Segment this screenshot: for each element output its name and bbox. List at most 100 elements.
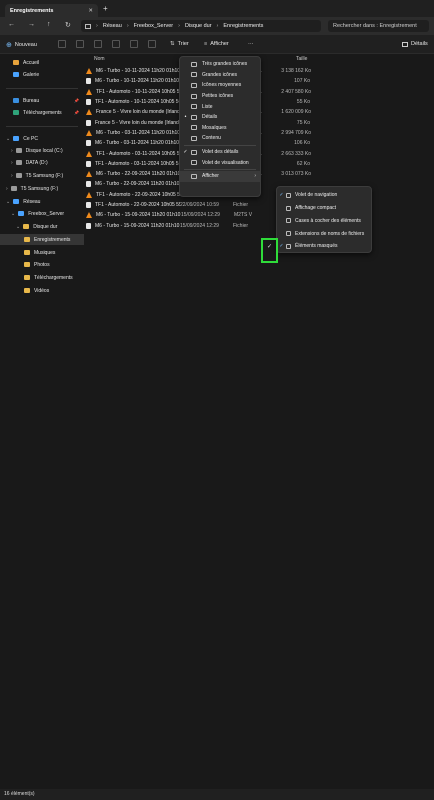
sidebar-item-label: Bureau: [23, 97, 40, 104]
file-size: 2 994 709 Ko: [281, 129, 311, 136]
sidebar-item-musiques[interactable]: Musiques: [0, 247, 84, 258]
sidebar-item-label: Disque dur: [33, 223, 58, 230]
view-menu-item[interactable]: Mosaïques: [180, 123, 260, 134]
menu-item-label: Mosaïques: [202, 124, 227, 131]
new-label: Nouveau: [14, 42, 37, 48]
sidebar-item-reseau[interactable]: ⌄ Réseau: [0, 196, 84, 207]
sidebar-item-photos[interactable]: Photos: [0, 259, 84, 270]
copy-icon[interactable]: [76, 40, 84, 48]
details-pane-icon: [191, 149, 197, 155]
sidebar-item-disque-dur[interactable]: ⌄ Disque dur: [0, 221, 84, 232]
sidebar-item-t5-samsung[interactable]: › T5 Samsung (F:): [0, 183, 84, 194]
medium-icons-icon: [191, 82, 197, 88]
sidebar-item-label: Musiques: [34, 249, 56, 256]
folder-icon: [24, 262, 30, 267]
rename-icon[interactable]: [112, 40, 120, 48]
chevron-right-icon: ›: [11, 159, 13, 166]
list-icon: [191, 104, 197, 110]
pin-icon: 📌: [74, 110, 79, 115]
breadcrumb[interactable]: › Réseau › Freebox_Server › Disque dur ›…: [81, 20, 321, 32]
menu-item-label: Liste: [202, 103, 213, 110]
new-tab-button[interactable]: +: [103, 4, 108, 13]
show-submenu-item[interactable]: Cases à cocher des éléments: [277, 215, 371, 228]
breadcrumb-disk[interactable]: Disque dur: [185, 23, 212, 29]
download-icon: [13, 110, 19, 115]
menu-item-label: Extensions de noms de fichiers: [295, 230, 365, 237]
breadcrumb-reseau[interactable]: Réseau: [103, 23, 122, 29]
chevron-right-icon: ›: [126, 23, 129, 29]
file-type: M2TS V: [234, 212, 253, 219]
menu-check-icon: ✓: [183, 149, 188, 156]
view-menu-item[interactable]: Icônes moyennes: [180, 80, 260, 91]
menu-item-label: Volet des détails: [202, 149, 239, 156]
chevron-down-icon: ⌄: [6, 135, 11, 142]
up-arrow-icon[interactable]: ↑: [47, 21, 51, 28]
view-menu-item[interactable]: Grandes icônes: [180, 70, 260, 81]
column-header-size[interactable]: Taille: [296, 56, 307, 62]
sidebar-item-ce-pc[interactable]: ⌄ Ce PC: [0, 133, 84, 144]
sort-icon: ⇅: [170, 41, 175, 47]
drive-icon: [10, 186, 17, 191]
tab-enregistrements[interactable]: Enregistrements ✕: [5, 4, 98, 17]
show-submenu-item[interactable]: Extensions de noms de fichiers: [277, 227, 371, 240]
search-input[interactable]: Rechercher dans : Enregistrement: [328, 20, 429, 32]
show-submenu-item[interactable]: Affichage compact: [277, 202, 371, 215]
view-menu-item[interactable]: Liste: [180, 101, 260, 112]
pin-icon: 📌: [74, 98, 79, 103]
close-tab-icon[interactable]: ✕: [88, 8, 93, 14]
show-submenu-item[interactable]: ✓ Volet de navigation: [277, 189, 371, 202]
sidebar-item-telechargements-folder[interactable]: Téléchargements: [0, 272, 84, 283]
network-icon: [13, 199, 20, 204]
content-icon: [191, 135, 197, 141]
sidebar-item-drive-c[interactable]: › Disque local (C:): [0, 145, 84, 156]
sidebar-item-freebox-server[interactable]: ⌄ Freebox_Server: [0, 208, 84, 219]
extra-large-icons-icon: [191, 61, 197, 67]
tab-title: Enregistrements: [10, 7, 54, 14]
sidebar-item-drive-f[interactable]: › T5 Samsung (F:): [0, 170, 84, 181]
view-menu-item[interactable]: Petites icônes: [180, 91, 260, 102]
details-button[interactable]: Détails: [402, 41, 428, 47]
view-menu-item[interactable]: ✓ Volet des détails: [180, 147, 260, 158]
sidebar-item-accueil[interactable]: Accueil: [0, 57, 84, 68]
sidebar-item-galerie[interactable]: Galerie: [0, 69, 84, 80]
menu-check-icon: ✓: [279, 192, 284, 199]
menu-item-label: Contenu: [202, 135, 221, 142]
folder-icon: [24, 250, 30, 255]
new-button[interactable]: ⊕ Nouveau: [6, 41, 37, 49]
chevron-down-icon: ⌄: [16, 223, 21, 230]
item-count: 16 élément(s): [4, 791, 35, 797]
breadcrumb-current[interactable]: Enregistrements: [223, 23, 263, 29]
file-size: 62 Ko: [296, 160, 310, 167]
file-name: M6 - Turbo - 15-09-2024 11h20 01h10 (...…: [95, 222, 180, 229]
show-submenu-item[interactable]: ✓ Éléments masqués: [277, 240, 371, 253]
refresh-icon[interactable]: ↻: [65, 21, 71, 29]
file-name: M6 - Turbo - 03-11-2024 11h20 01h10 (...…: [96, 129, 181, 136]
file-name: TF1 - Automoto - 22-09-2024 10h05 55m...: [96, 191, 181, 198]
forward-arrow-icon[interactable]: →: [28, 21, 35, 28]
menu-item-label: Volet de navigation: [295, 192, 338, 199]
breadcrumb-server[interactable]: Freebox_Server: [134, 23, 173, 29]
more-button[interactable]: ···: [248, 41, 254, 47]
sidebar-item-enregistrements[interactable]: Enregistrements: [0, 234, 84, 245]
cut-icon[interactable]: [58, 40, 66, 48]
sidebar-item-drive-d[interactable]: › DATA (D:): [0, 157, 84, 168]
view-menu-item[interactable]: Volet de visualisation: [180, 157, 260, 168]
share-icon[interactable]: [130, 40, 138, 48]
menu-check-icon: •: [184, 114, 187, 121]
view-menu-item[interactable]: Très grandes icônes: [180, 59, 260, 70]
view-button[interactable]: ≡ Afficher: [204, 41, 229, 47]
sidebar-item-videos[interactable]: Vidéos: [0, 285, 84, 296]
delete-icon[interactable]: [148, 40, 156, 48]
view-menu-item[interactable]: Afficher ›: [180, 171, 260, 182]
highlight-box: [261, 238, 278, 263]
back-arrow-icon[interactable]: ←: [8, 21, 15, 28]
view-menu-item[interactable]: Contenu: [180, 133, 260, 144]
chevron-right-icon: ›: [11, 172, 13, 179]
sort-button[interactable]: ⇅ Trier: [170, 41, 189, 47]
sidebar-item-telechargements[interactable]: Téléchargements 📌: [0, 107, 84, 118]
sidebar-item-bureau[interactable]: Bureau 📌: [0, 95, 84, 106]
column-header-name[interactable]: Nom: [94, 56, 105, 62]
view-menu-item[interactable]: • Détails: [180, 112, 260, 123]
paste-icon[interactable]: [94, 40, 102, 48]
plus-icon: ⊕: [6, 42, 12, 49]
